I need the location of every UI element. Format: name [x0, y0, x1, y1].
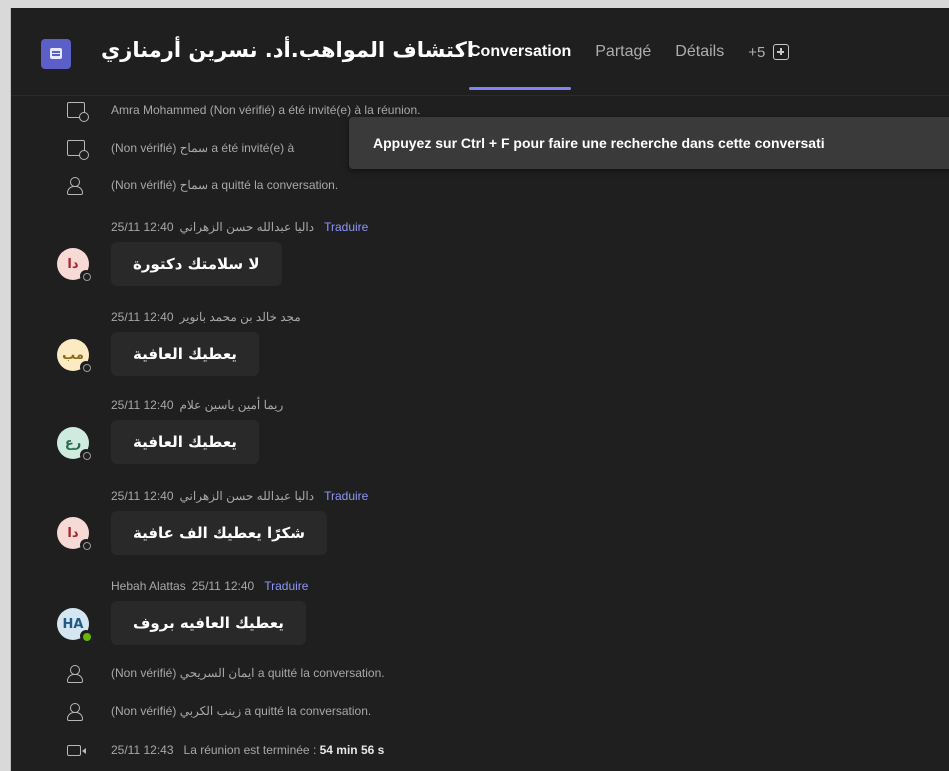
conversation-feed[interactable]: Amra Mohammed (Non vérifié) a été invité… — [11, 96, 949, 771]
tab-details[interactable]: Détails — [675, 43, 724, 61]
status-away-icon — [80, 539, 92, 551]
message-author[interactable]: داليا عبدالله حسن الزهراني — [180, 220, 315, 234]
status-available-icon — [80, 630, 92, 642]
message-header: 25/11 12:40 داليا عبدالله حسن الزهراني Tra… — [111, 489, 368, 503]
chat-header: اكتشاف المواهب.أد. نسرين أرمنازي Convers… — [11, 8, 949, 96]
search-tooltip: Appuyez sur Ctrl + F pour faire une rech… — [349, 117, 949, 169]
meeting-ended-text: 25/11 12:43 La réunion est terminée : 54… — [111, 743, 384, 757]
meeting-duration: 54 min 56 s — [319, 743, 385, 757]
avatar-initials: دا — [67, 525, 79, 541]
meeting-ended-time: 25/11 12:43 — [111, 743, 174, 757]
message-time: 25/11 12:40 — [111, 398, 174, 412]
status-away-icon — [80, 449, 92, 461]
message-time: 25/11 12:40 — [111, 310, 174, 324]
avatar[interactable]: دا — [57, 517, 92, 551]
tab-bar: Conversation Partagé Détails +5 — [469, 43, 790, 90]
avatar[interactable]: HA — [57, 608, 92, 642]
person-left-icon — [67, 665, 85, 683]
avatar[interactable]: دا — [57, 248, 92, 282]
system-message: (Non vérifié) سماح a quitté la conversat… — [11, 173, 949, 197]
message-bubble[interactable]: شكرًا يعطيك الف عافية — [111, 511, 327, 555]
avatar-initials: رع — [64, 435, 82, 451]
message-time: 25/11 12:40 — [111, 489, 174, 503]
system-message-text: Amra Mohammed (Non vérifié) a été invité… — [111, 103, 421, 117]
system-message-text: (Non vérifié) ايمان السريحي a quitté la … — [111, 666, 385, 680]
message-bubble[interactable]: لا سلامتك دكتورة — [111, 242, 282, 286]
calendar-invite-icon — [67, 102, 89, 122]
chat-title[interactable]: اكتشاف المواهب.أد. نسرين أرمنازي — [101, 38, 474, 62]
translate-link[interactable]: Traduire — [324, 489, 368, 503]
more-tabs-button[interactable]: +5 — [748, 44, 765, 61]
message-header: 25/11 12:40 مجد خالد بن محمد بانوير — [111, 310, 301, 324]
message-author[interactable]: ريما أمين ياسين علام — [180, 398, 284, 412]
translate-link[interactable]: Traduire — [324, 220, 368, 234]
message-bubble[interactable]: يعطيك العافية — [111, 420, 259, 464]
system-message-text: (Non vérifié) زينب الكربي a quitté la co… — [111, 704, 372, 718]
avatar-initials: دا — [67, 256, 79, 272]
message-header: 25/11 12:40 ريما أمين ياسين علام — [111, 398, 283, 412]
system-message: (Non vérifié) ايمان السريحي a quitté la … — [11, 661, 949, 685]
message-author[interactable]: مجد خالد بن محمد بانوير — [180, 310, 301, 324]
person-left-icon — [67, 703, 85, 721]
system-message-text: (Non vérifié) سماح a quitté la conversat… — [111, 178, 339, 192]
message-author[interactable]: داليا عبدالله حسن الزهراني — [180, 489, 315, 503]
tab-conversation[interactable]: Conversation — [469, 43, 572, 90]
message-author[interactable]: Hebah Alattas — [111, 579, 186, 593]
message-header: 25/11 12:40 داليا عبدالله حسن الزهراني Tra… — [111, 220, 368, 234]
message-bubble[interactable]: يعطيك العافيه بروف — [111, 601, 306, 645]
meeting-ended-icon — [67, 745, 86, 756]
status-away-icon — [80, 361, 92, 373]
message-time: 25/11 12:40 — [191, 579, 255, 593]
teams-window: اكتشاف المواهب.أد. نسرين أرمنازي Convers… — [10, 8, 949, 771]
message-time: 25/11 12:40 — [111, 220, 174, 234]
meeting-chat-icon[interactable] — [41, 39, 71, 69]
avatar-initials: HA — [62, 616, 84, 632]
avatar[interactable]: مب — [57, 339, 92, 373]
system-message-text: (Non vérifié) سماح a été invité(e) à — [111, 141, 295, 155]
person-left-icon — [67, 177, 85, 195]
meeting-ended-label: La réunion est terminée : — [183, 743, 317, 757]
add-tab-icon[interactable] — [773, 44, 790, 60]
status-away-icon — [80, 270, 92, 282]
translate-link[interactable]: Traduire — [264, 579, 308, 593]
tab-shared[interactable]: Partagé — [595, 43, 651, 61]
avatar-initials: مب — [62, 347, 84, 363]
calendar-invite-icon — [67, 140, 89, 160]
message-header: Hebah Alattas 25/11 12:40 Traduire — [111, 579, 308, 593]
meeting-ended-message: 25/11 12:43 La réunion est terminée : 54… — [11, 738, 949, 762]
system-message: (Non vérifié) زينب الكربي a quitté la co… — [11, 699, 949, 723]
avatar[interactable]: رع — [57, 427, 92, 461]
message-bubble[interactable]: يعطيك العافية — [111, 332, 259, 376]
